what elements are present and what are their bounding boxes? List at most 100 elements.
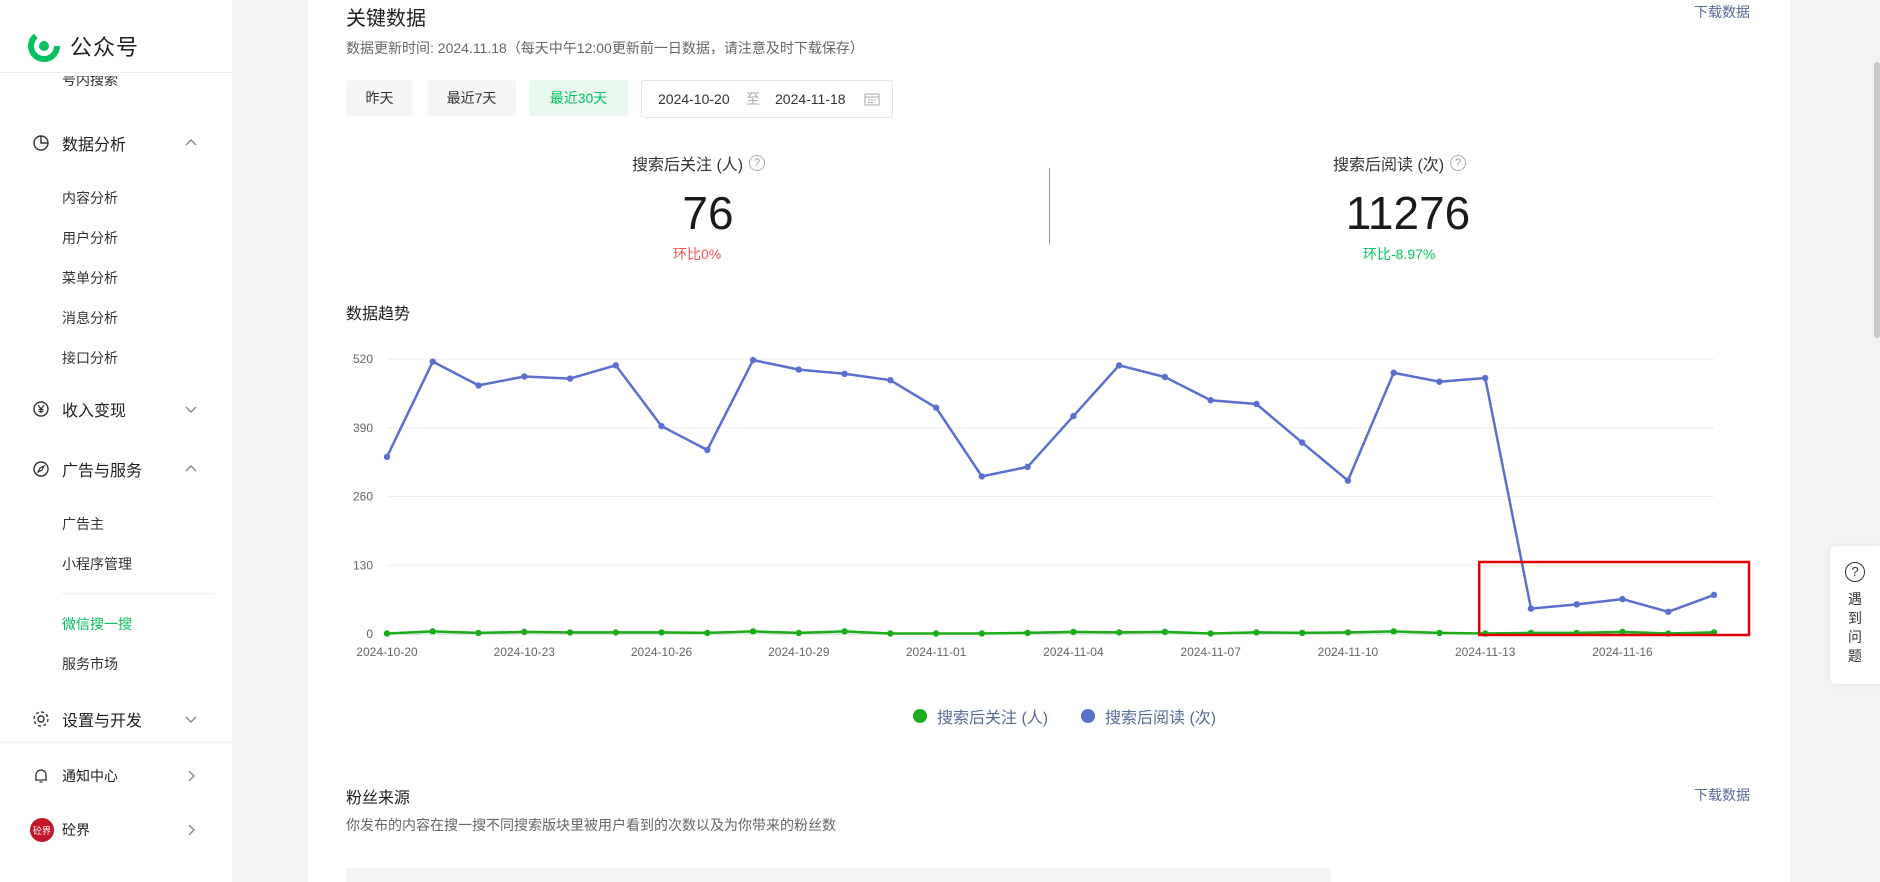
data-point: [1115, 629, 1123, 636]
sidebar-item-menu-analysis[interactable]: 菜单分析: [62, 268, 118, 288]
trend-line-chart: 0 130 260 390 520 2024-10-20 2024-10-23 2024-10…: [353, 352, 1751, 659]
nav-item-notification-center[interactable]: 通知中心: [0, 761, 232, 791]
data-point: [1298, 439, 1306, 446]
sidebar-divider: [0, 72, 232, 73]
data-point: [1161, 628, 1169, 636]
chevron-right-icon: [188, 770, 195, 782]
sidebar-divider: [62, 593, 214, 594]
question-icon: ?: [1845, 562, 1865, 582]
fans-source-desc: 你发布的内容在搜一搜不同搜索版块里被用户看到的次数以及为你带来的粉丝数: [346, 817, 836, 833]
nav-group-ads-services[interactable]: 广告与服务: [0, 454, 232, 484]
data-point: [704, 446, 711, 454]
chevron-up-icon: [185, 465, 197, 472]
sidebar-item-message-analysis[interactable]: 消息分析: [62, 308, 118, 328]
data-point: [1527, 605, 1535, 612]
nav-group-label: 收入变现: [62, 403, 127, 420]
data-point: [1161, 373, 1169, 381]
x-tick-label: 2024-10-20: [356, 645, 418, 659]
data-point: [1070, 628, 1077, 636]
nav-group-data-analysis[interactable]: 数据分析: [0, 128, 232, 158]
data-point: [383, 453, 391, 461]
data-point: [566, 629, 574, 636]
sidebar-item-advertiser[interactable]: 广告主: [62, 514, 104, 534]
sidebar-divider: [0, 742, 232, 743]
fans-download-link[interactable]: 下载数据: [1694, 785, 1750, 805]
chevron-down-icon: [185, 716, 197, 723]
chevron-up-icon: [185, 139, 197, 146]
data-point: [1024, 629, 1031, 637]
legend-follow-label: 搜索后关注 (人): [937, 710, 1049, 727]
sidebar-item-service-market[interactable]: 服务市场: [62, 654, 118, 674]
data-point: [1207, 397, 1214, 404]
data-point: [521, 628, 528, 636]
data-point: [658, 422, 665, 430]
data-point: [1482, 374, 1489, 382]
data-point: [1115, 362, 1123, 369]
legend-read-swatch: [1081, 709, 1095, 723]
sidebar-item-api-analysis[interactable]: 接口分析: [62, 348, 118, 368]
x-tick-label: 2024-11-16: [1592, 645, 1653, 659]
chevron-down-icon: [185, 406, 197, 413]
y-tick-label: 260: [353, 490, 373, 504]
data-point: [841, 370, 848, 378]
nav-item-label: 通知中心: [62, 768, 118, 784]
nav-group-monetize[interactable]: 收入变现: [0, 394, 232, 424]
data-point: [383, 630, 391, 637]
data-point: [612, 629, 619, 636]
data-point: [1436, 629, 1443, 637]
x-tick-label: 2024-10-26: [631, 645, 693, 659]
help-widget[interactable]: ? 遇到问题: [1830, 546, 1880, 684]
data-point: [795, 366, 803, 373]
sidebar-item-content-analysis[interactable]: 内容分析: [62, 188, 118, 208]
app-logo[interactable]: 公众号: [28, 30, 139, 62]
legend-follow[interactable]: 搜索后关注 (人): [913, 704, 1048, 728]
data-point: [841, 628, 848, 635]
data-point: [1207, 630, 1214, 637]
data-point: [475, 382, 482, 389]
data-point: [1253, 629, 1260, 636]
x-tick-label: 2024-11-01: [906, 645, 967, 659]
y-tick-label: 0: [366, 627, 373, 641]
main-content: 关键数据 下载数据 数据更新时间: 2024.11.18（每天中午12:00更新…: [308, 0, 1790, 882]
sidebar: 公众号 号内搜索 数据分析 内容分析 用户分析 菜单分析 消息分析 接口分析 收…: [0, 0, 232, 882]
data-point: [521, 373, 528, 380]
account-name: 砼界: [62, 822, 90, 838]
data-point: [978, 630, 986, 637]
wechat-mp-logo-icon: [28, 30, 60, 62]
y-tick-label: 130: [353, 558, 373, 572]
x-tick-label: 2024-10-29: [768, 645, 830, 659]
legend-read[interactable]: 搜索后阅读 (次): [1081, 704, 1216, 728]
legend-read-label: 搜索后阅读 (次): [1105, 710, 1217, 727]
data-point: [887, 376, 894, 384]
y-tick-label: 520: [353, 352, 373, 366]
legend-follow-swatch: [913, 709, 927, 723]
x-tick-label: 2024-11-10: [1318, 645, 1379, 659]
data-point: [749, 628, 757, 635]
compass-icon: [33, 461, 49, 477]
chevron-right-icon: [188, 824, 195, 836]
nav-group-settings-dev[interactable]: 设置与开发: [0, 704, 232, 734]
x-tick-label: 2024-11-07: [1180, 645, 1241, 659]
app-name: 公众号: [70, 35, 140, 60]
sidebar-item-site-search[interactable]: 号内搜索: [62, 76, 118, 90]
sidebar-item-wechat-search[interactable]: 微信搜一搜: [62, 614, 132, 634]
data-point: [1253, 400, 1260, 408]
data-point: [1024, 463, 1031, 471]
nav-item-account[interactable]: 砼界: [0, 815, 232, 845]
fans-source-title: 粉丝来源: [346, 790, 411, 807]
data-point: [475, 629, 482, 637]
gear-icon: [33, 711, 49, 727]
data-point: [1298, 629, 1306, 637]
help-text: 遇到问题: [1848, 591, 1862, 664]
highlight-box: [1477, 560, 1751, 637]
data-point: [887, 630, 894, 637]
data-point: [429, 358, 436, 365]
y-tick-label: 390: [353, 421, 373, 435]
data-point: [978, 473, 986, 480]
data-point: [1390, 628, 1397, 635]
x-tick-label: 2024-11-04: [1043, 645, 1104, 659]
scrollbar-thumb[interactable]: [1874, 62, 1880, 338]
sidebar-item-user-analysis[interactable]: 用户分析: [62, 228, 118, 248]
sidebar-item-miniprogram[interactable]: 小程序管理: [62, 554, 132, 574]
yen-coin-icon: [33, 401, 49, 417]
